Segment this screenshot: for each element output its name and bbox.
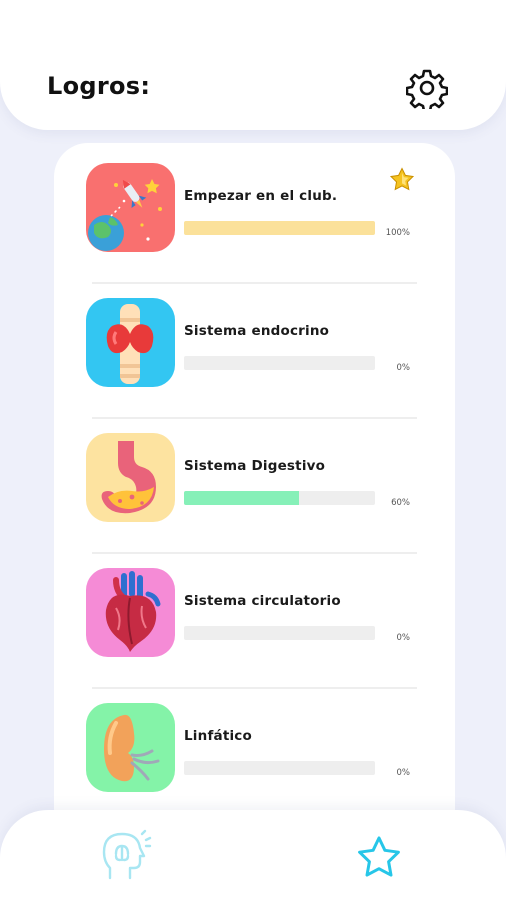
page-title: Logros: <box>47 72 151 100</box>
achievement-title: Sistema endocrino <box>184 323 330 339</box>
progress-bar <box>184 626 375 640</box>
star-icon[interactable] <box>355 834 403 882</box>
stomach-icon <box>86 433 175 522</box>
progress-percent: 0% <box>396 768 411 778</box>
space-rocket-icon <box>86 163 175 252</box>
progress-bar <box>184 491 375 505</box>
achievement-item[interactable]: Empezar en el club. 100% <box>54 143 455 278</box>
bottom-nav <box>0 810 506 900</box>
progress-percent: 0% <box>396 363 411 373</box>
achievement-title: Sistema Digestivo <box>184 458 326 474</box>
progress-percent: 100% <box>385 228 410 238</box>
brain-head-icon[interactable] <box>100 828 154 882</box>
achievement-item[interactable]: Sistema endocrino 0% <box>54 278 455 413</box>
achievement-title: Linfático <box>184 728 252 744</box>
lymph-node-icon <box>86 703 175 792</box>
progress-fill <box>184 221 375 235</box>
gear-icon[interactable] <box>405 67 449 113</box>
achievement-title: Sistema circulatorio <box>184 593 341 609</box>
progress-percent: 60% <box>391 498 410 508</box>
progress-percent: 0% <box>396 633 411 643</box>
progress-bar <box>184 356 375 370</box>
progress-bar <box>184 221 375 235</box>
achievements-card: Empezar en el club. 100% Sistema endocri… <box>54 143 455 843</box>
gold-star-icon <box>389 167 415 193</box>
heart-icon <box>86 568 175 657</box>
thyroid-icon <box>86 298 175 387</box>
achievement-title: Empezar en el club. <box>184 188 338 204</box>
progress-bar <box>184 761 375 775</box>
achievement-item[interactable]: Sistema Digestivo 60% <box>54 413 455 548</box>
header: Logros: <box>0 0 506 130</box>
achievement-item[interactable]: Linfático 0% <box>54 683 455 818</box>
progress-fill <box>184 491 299 505</box>
achievement-item[interactable]: Sistema circulatorio 0% <box>54 548 455 683</box>
